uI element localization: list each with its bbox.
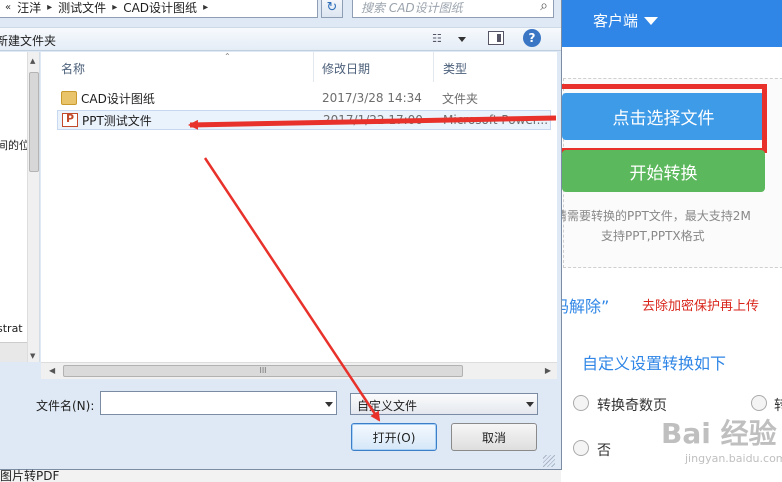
breadcrumb-item[interactable]: 测试文件: [58, 0, 106, 16]
caret-down-icon: [644, 16, 659, 25]
preview-pane-icon[interactable]: [488, 31, 504, 45]
ppt-file-icon: [62, 112, 78, 127]
radio-odd-pages[interactable]: [573, 395, 589, 411]
file-open-dialog: « 汪洋 ▸ 测试文件 ▸ CAD设计图纸 ▸ ↻ 搜索 CAD设计图纸 ⌕ 新…: [0, 0, 562, 470]
breadcrumb-item[interactable]: 汪洋: [17, 0, 41, 16]
file-row-selected[interactable]: PPT测试文件 2017/1/22 17:00 Microsoft Power.…: [57, 110, 551, 130]
breadcrumb-item[interactable]: CAD设计图纸: [123, 0, 197, 16]
nav-scroll-thumb[interactable]: [29, 72, 39, 172]
refresh-icon: ↻: [326, 0, 338, 15]
navigation-pane: 间的位 strat ▲ ▼: [0, 52, 40, 362]
address-bar[interactable]: « 汪洋 ▸ 测试文件 ▸ CAD设计图纸 ▸: [0, 0, 318, 18]
filetype-select[interactable]: 自定义文件: [350, 393, 538, 415]
unlock-link[interactable]: 码解除”: [561, 293, 609, 317]
remove-protection-tip: 去除加密保护再上传: [642, 299, 760, 314]
search-placeholder: 搜索 CAD设计图纸: [361, 0, 463, 15]
cancel-button[interactable]: 取消: [451, 423, 537, 451]
scroll-left-icon[interactable]: ◀: [49, 366, 55, 375]
open-button[interactable]: 打开(O): [351, 423, 437, 451]
highlight-box: [561, 84, 767, 153]
column-header-date[interactable]: 修改日期: [314, 52, 434, 82]
option-odd-pages-label: 转换奇数页: [597, 398, 667, 414]
upload-hint-size: 请需要转换的PPT文件，最大支持2M: [561, 209, 751, 223]
address-row: « 汪洋 ▸ 测试文件 ▸ CAD设计图纸 ▸ ↻ 搜索 CAD设计图纸 ⌕: [0, 0, 561, 20]
file-name: CAD设计图纸: [81, 91, 155, 106]
chevron-left-icon: «: [5, 1, 12, 13]
breadcrumb-separator-icon: ▸: [203, 1, 209, 13]
web-header: 客户端: [561, 0, 782, 47]
search-input[interactable]: 搜索 CAD设计图纸 ⌕: [352, 0, 554, 18]
scroll-down-icon[interactable]: ▼: [30, 352, 35, 360]
chevron-down-icon[interactable]: [458, 37, 466, 42]
sort-up-icon: ⌃: [224, 52, 231, 61]
help-icon[interactable]: ?: [523, 29, 541, 47]
radio-other[interactable]: [751, 395, 767, 411]
file-row[interactable]: CAD设计图纸 2017/3/28 14:34 文件夹: [57, 88, 551, 108]
chevron-down-icon[interactable]: [526, 402, 534, 407]
client-menu[interactable]: 客户端: [593, 10, 659, 31]
file-date: 2017/3/28 14:34: [322, 91, 422, 105]
breadcrumb-separator-icon: ▸: [112, 1, 118, 13]
nav-item-text[interactable]: 间的位: [0, 137, 30, 153]
column-header-type[interactable]: 类型: [434, 52, 557, 82]
file-type: 文件夹: [442, 91, 479, 106]
file-date: 2017/1/22 17:00: [323, 113, 423, 127]
file-type: Microsoft Power...: [443, 113, 549, 127]
file-name: PPT测试文件: [82, 113, 152, 128]
baidu-watermark: Bai 经验 jingyan.baidu.com: [661, 417, 782, 465]
search-icon: ⌕: [540, 0, 548, 14]
horizontal-scrollbar[interactable]: ◀ III ▶: [41, 362, 557, 379]
option-no-label: 否: [597, 443, 611, 459]
dialog-toolbar: 新建文件夹 ☷ ?: [0, 27, 561, 51]
radio-no[interactable]: [573, 440, 589, 456]
scroll-right-icon[interactable]: ▶: [545, 366, 551, 375]
refresh-button[interactable]: ↻: [321, 0, 343, 18]
resize-grip-icon[interactable]: [543, 455, 555, 467]
scroll-up-icon[interactable]: ▲: [30, 57, 35, 65]
breadcrumb-separator-icon: ▸: [47, 1, 53, 13]
file-list: 名称 ⌃ 修改日期 类型 CAD设计图纸 2017/3/28 14:34 文件夹…: [41, 52, 557, 362]
nav-pane-footer: [0, 342, 27, 362]
view-options-icon[interactable]: ☷: [432, 32, 446, 45]
background-page-text: 图片转PDF: [0, 469, 60, 482]
nav-item-text[interactable]: strat: [0, 322, 23, 335]
column-header-name[interactable]: 名称 ⌃: [41, 52, 314, 82]
filename-label: 文件名(N):: [36, 399, 95, 413]
client-menu-label: 客户端: [593, 12, 639, 30]
upload-hint-format: 支持PPT,PPTX格式: [601, 229, 705, 243]
folder-icon: [61, 91, 77, 105]
new-folder-button[interactable]: 新建文件夹: [0, 32, 56, 49]
start-convert-button[interactable]: 开始转换: [562, 150, 765, 192]
chevron-down-icon[interactable]: [325, 402, 333, 407]
filename-input[interactable]: [100, 391, 337, 415]
web-page: 客户端 点击选择文件 开始转换 请需要转换的PPT文件，最大支持2M 支持PPT…: [561, 0, 782, 482]
settings-title: 自定义设置转换如下: [582, 354, 727, 373]
horizontal-scroll-thumb[interactable]: III: [63, 365, 463, 377]
